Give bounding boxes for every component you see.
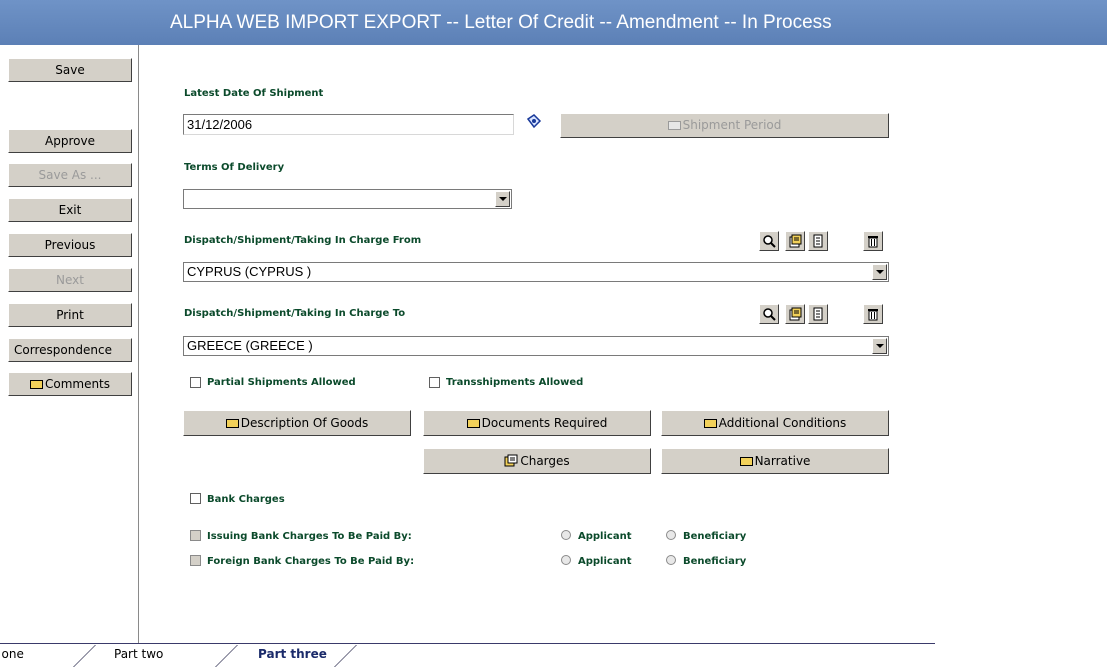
latest-date-label: Latest Date Of Shipment bbox=[184, 88, 324, 99]
issuing-bank-charges-label: Issuing Bank Charges To Be Paid By: bbox=[207, 531, 412, 542]
dispatch-from-select[interactable]: CYPRUS (CYPRUS ) bbox=[183, 262, 889, 282]
trash-icon[interactable] bbox=[863, 231, 883, 251]
tab-strip: Part one Part two Part three bbox=[0, 643, 935, 667]
document-icon[interactable] bbox=[808, 231, 828, 251]
folder-icon bbox=[667, 121, 681, 130]
folder-icon bbox=[739, 457, 753, 466]
folder-icon bbox=[703, 419, 717, 428]
search-icon[interactable] bbox=[759, 231, 779, 251]
previous-button[interactable]: Previous bbox=[8, 233, 132, 257]
documents-required-button[interactable]: Documents Required bbox=[423, 410, 651, 436]
print-button[interactable]: Print bbox=[8, 303, 132, 327]
transshipments-label: Transshipments Allowed bbox=[446, 377, 584, 388]
dispatch-to-value: GREECE (GREECE ) bbox=[187, 338, 313, 353]
partial-shipments-label: Partial Shipments Allowed bbox=[207, 377, 356, 388]
trash-icon[interactable] bbox=[863, 304, 883, 324]
terms-of-delivery-label: Terms Of Delivery bbox=[184, 162, 285, 173]
foreign-bank-charges-checkbox[interactable] bbox=[190, 555, 201, 566]
issuing-applicant-label: Applicant bbox=[578, 531, 632, 542]
partial-shipments-checkbox[interactable] bbox=[190, 377, 201, 388]
title-bar: ALPHA WEB IMPORT EXPORT -- Letter Of Cre… bbox=[0, 0, 1107, 45]
charges-button[interactable]: Charges bbox=[423, 448, 651, 474]
dispatch-to-label: Dispatch/Shipment/Taking In Charge To bbox=[184, 308, 406, 319]
foreign-beneficiary-radio[interactable] bbox=[666, 555, 676, 565]
tab-part-two[interactable]: Part two bbox=[114, 644, 163, 664]
comments-button[interactable]: Comments bbox=[8, 372, 132, 396]
dropdown-arrow-icon[interactable] bbox=[872, 338, 887, 354]
action-sidebar: Save Approve Save As ... Exit Previous N… bbox=[0, 45, 139, 643]
dispatch-from-label: Dispatch/Shipment/Taking In Charge From bbox=[184, 235, 422, 246]
dropdown-arrow-icon[interactable] bbox=[495, 191, 510, 207]
approve-button[interactable]: Approve bbox=[8, 129, 132, 153]
description-of-goods-label: Description Of Goods bbox=[240, 416, 369, 430]
narrative-button[interactable]: Narrative bbox=[661, 448, 889, 474]
latest-date-input[interactable]: 31/12/2006 bbox=[183, 114, 514, 135]
foreign-applicant-radio[interactable] bbox=[561, 555, 571, 565]
dropdown-arrow-icon[interactable] bbox=[872, 264, 887, 280]
page-title: ALPHA WEB IMPORT EXPORT -- Letter Of Cre… bbox=[170, 12, 832, 33]
description-of-goods-button[interactable]: Description Of Goods bbox=[183, 410, 411, 436]
additional-conditions-label: Additional Conditions bbox=[718, 416, 847, 430]
issuing-beneficiary-label: Beneficiary bbox=[683, 531, 747, 542]
document-icon[interactable] bbox=[808, 304, 828, 324]
shipment-period-label: Shipment Period bbox=[682, 118, 782, 132]
terms-of-delivery-select[interactable] bbox=[183, 189, 512, 209]
transshipments-checkbox[interactable] bbox=[429, 377, 440, 388]
additional-conditions-button[interactable]: Additional Conditions bbox=[661, 410, 889, 436]
documents-required-label: Documents Required bbox=[481, 416, 608, 430]
save-button[interactable]: Save bbox=[8, 58, 132, 82]
comments-label: Comments bbox=[44, 377, 111, 391]
foreign-bank-charges-label: Foreign Bank Charges To Be Paid By: bbox=[207, 556, 415, 567]
folder-icon bbox=[466, 419, 480, 428]
dispatch-from-value: CYPRUS (CYPRUS ) bbox=[187, 264, 312, 279]
foreign-beneficiary-label: Beneficiary bbox=[683, 556, 747, 567]
charges-icon bbox=[504, 454, 518, 467]
issuing-beneficiary-radio[interactable] bbox=[666, 530, 676, 540]
folder-icon bbox=[29, 380, 43, 389]
save-as-button[interactable]: Save As ... bbox=[8, 163, 132, 187]
folder-icon bbox=[225, 419, 239, 428]
lookup-list-icon[interactable] bbox=[785, 304, 805, 324]
narrative-label: Narrative bbox=[754, 454, 811, 468]
shipment-period-button[interactable]: Shipment Period bbox=[560, 113, 889, 138]
dispatch-to-select[interactable]: GREECE (GREECE ) bbox=[183, 336, 889, 356]
bank-charges-checkbox[interactable] bbox=[190, 493, 201, 504]
charges-label: Charges bbox=[520, 454, 570, 468]
next-button[interactable]: Next bbox=[8, 268, 132, 292]
issuing-bank-charges-checkbox[interactable] bbox=[190, 530, 201, 541]
exit-button[interactable]: Exit bbox=[8, 198, 132, 222]
tab-part-one[interactable]: Part one bbox=[0, 644, 24, 664]
correspondence-button[interactable]: Correspondence bbox=[8, 338, 132, 362]
calendar-icon[interactable] bbox=[526, 113, 542, 129]
issuing-applicant-radio[interactable] bbox=[561, 530, 571, 540]
foreign-applicant-label: Applicant bbox=[578, 556, 632, 567]
bank-charges-label: Bank Charges bbox=[207, 494, 285, 505]
search-icon[interactable] bbox=[759, 304, 779, 324]
tab-part-three[interactable]: Part three bbox=[258, 644, 327, 664]
lookup-list-icon[interactable] bbox=[785, 231, 805, 251]
